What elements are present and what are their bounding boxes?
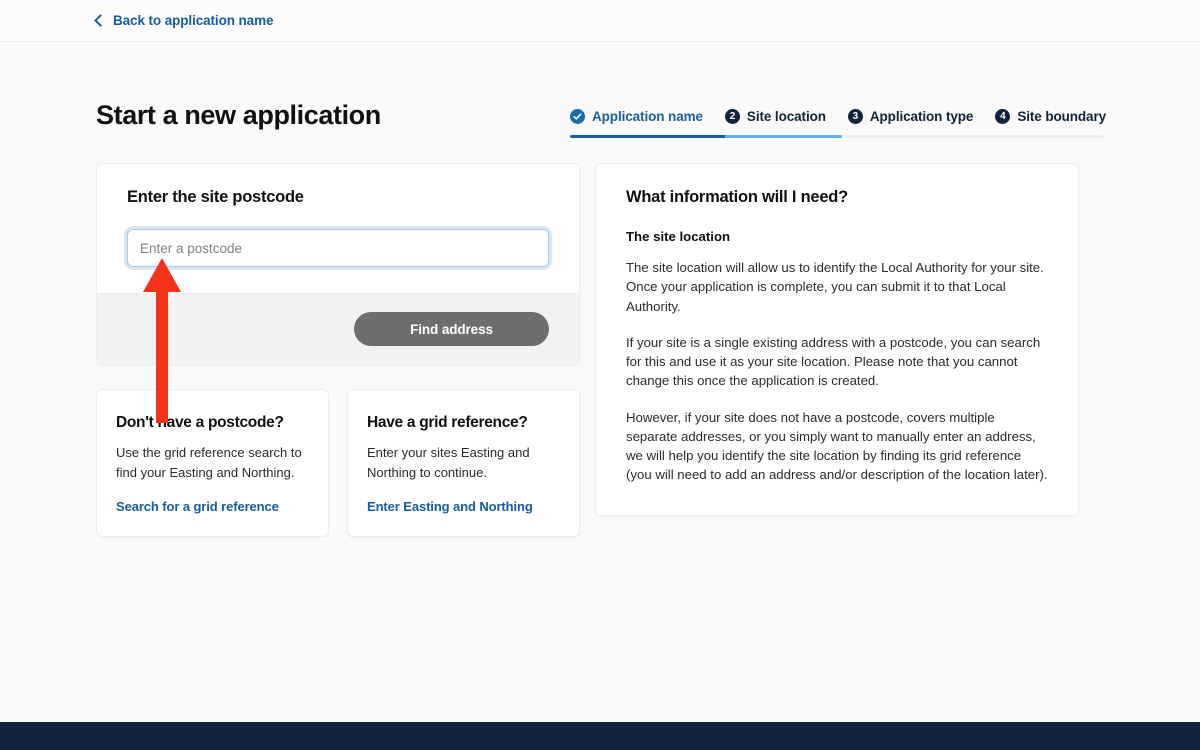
tab-site-boundary[interactable]: 4 Site boundary [995, 109, 1106, 124]
site-footer [0, 722, 1200, 750]
tab-application-name-label: Application name [592, 109, 703, 124]
main-content: Enter the site postcode Find address Don… [0, 138, 1200, 537]
postcode-input[interactable] [127, 229, 549, 267]
tab-site-location[interactable]: 2 Site location [724, 109, 826, 124]
step-number-2-icon: 2 [724, 109, 740, 124]
postcode-form-body: Enter the site postcode [97, 164, 579, 293]
information-paragraph-3: However, if your site does not have a po… [626, 409, 1048, 483]
top-back-bar: Back to application name [0, 0, 1200, 42]
information-panel-subtitle: The site location [626, 229, 731, 244]
check-circle-icon [570, 109, 585, 124]
information-panel: What information will I need? The site l… [595, 163, 1079, 516]
left-column: Enter the site postcode Find address Don… [96, 163, 580, 537]
grid-reference-card-text: Enter your sites Easting and Northing to… [367, 445, 530, 480]
grid-reference-card: Have a grid reference? Enter your sites … [347, 389, 580, 537]
back-to-application-name-link[interactable]: Back to application name [94, 13, 274, 28]
information-paragraph-2: If your site is a single existing addres… [626, 334, 1041, 389]
progress-segment-complete [570, 135, 725, 138]
information-paragraph-1: The site location will allow us to ident… [626, 260, 1044, 314]
alternative-options-row: Don't have a postcode? Use the grid refe… [96, 389, 580, 537]
grid-reference-card-title: Have a grid reference? [367, 414, 528, 431]
postcode-form-title: Enter the site postcode [127, 188, 304, 206]
postcode-form-actions: Find address [97, 293, 579, 364]
search-grid-reference-link[interactable]: Search for a grid reference [116, 499, 309, 514]
page-title: Start a new application [96, 100, 381, 130]
step-tabs: Application name 2 Site location 3 Appli… [570, 109, 1106, 135]
information-panel-title: What information will I need? [626, 188, 848, 206]
tab-application-name[interactable]: Application name [570, 109, 703, 124]
chevron-left-icon [94, 13, 107, 27]
right-column: What information will I need? The site l… [595, 163, 1079, 516]
progress-segment-remaining [842, 135, 1104, 138]
no-postcode-card-text: Use the grid reference search to find yo… [116, 445, 302, 480]
back-link-label: Back to application name [113, 13, 274, 28]
tab-site-location-label: Site location [746, 109, 826, 124]
postcode-form-card: Enter the site postcode Find address [96, 163, 580, 365]
find-address-button[interactable]: Find address [354, 312, 549, 346]
tab-application-type[interactable]: 3 Application type [847, 109, 974, 124]
step-number-3-icon: 3 [847, 109, 863, 124]
page-header: Start a new application Application name… [0, 42, 1200, 138]
no-postcode-card: Don't have a postcode? Use the grid refe… [96, 389, 329, 537]
no-postcode-card-title: Don't have a postcode? [116, 414, 284, 431]
tab-site-boundary-label: Site boundary [1017, 109, 1107, 124]
tab-application-type-label: Application type [869, 109, 974, 124]
progress-bar [570, 135, 1104, 138]
enter-easting-northing-link[interactable]: Enter Easting and Northing [367, 499, 560, 514]
step-progress: Application name 2 Site location 3 Appli… [570, 109, 1106, 138]
step-number-4-icon: 4 [995, 109, 1011, 124]
progress-segment-current [724, 135, 843, 138]
